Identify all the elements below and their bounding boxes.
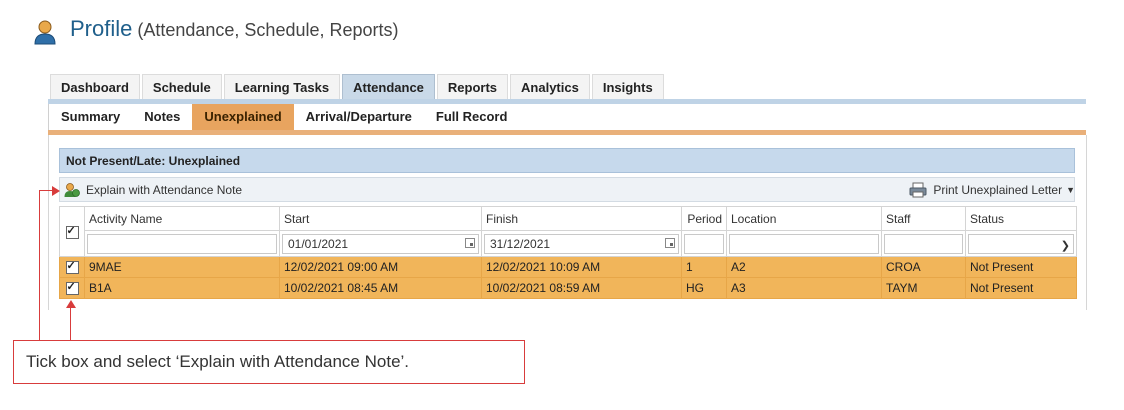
arrow-right-icon — [52, 186, 60, 196]
cell-status: Not Present — [965, 256, 1077, 278]
row-checkbox[interactable] — [59, 256, 85, 278]
cell-location: A3 — [726, 277, 882, 299]
col-location[interactable]: Location — [726, 206, 882, 231]
user-profile-icon — [34, 20, 56, 45]
col-staff[interactable]: Staff — [881, 206, 966, 231]
subtab-unexplained[interactable]: Unexplained — [192, 104, 294, 130]
main-tabs: Dashboard Schedule Learning Tasks Attend… — [50, 74, 666, 100]
activity-filter-input[interactable] — [87, 233, 277, 254]
page-title-main: Profile — [70, 16, 133, 41]
finish-date-filter[interactable]: 31/12/2021 — [484, 233, 679, 254]
status-filter-select[interactable]: ❯ — [968, 233, 1074, 254]
tab-learning-tasks[interactable]: Learning Tasks — [223, 74, 341, 100]
finish-date-value: 31/12/2021 — [490, 236, 551, 251]
sub-tabs: Summary Notes Unexplained Arrival/Depart… — [48, 104, 1087, 130]
print-letter-label: Print Unexplained Letter — [933, 183, 1063, 197]
page-title-subtitle: (Attendance, Schedule, Reports) — [132, 20, 399, 40]
callout-line — [39, 190, 40, 340]
cell-staff: CROA — [881, 256, 966, 278]
calendar-icon[interactable] — [665, 237, 675, 248]
tab-reports[interactable]: Reports — [436, 74, 509, 100]
start-date-value: 01/01/2021 — [288, 236, 349, 251]
tab-dashboard[interactable]: Dashboard — [50, 74, 140, 100]
col-start[interactable]: Start — [279, 206, 482, 231]
chevron-down-icon: ▼ — [1066, 185, 1075, 195]
cell-start: 10/02/2021 08:45 AM — [279, 277, 482, 299]
subtab-full-record[interactable]: Full Record — [424, 104, 520, 130]
subtab-arrival-departure[interactable]: Arrival/Departure — [294, 104, 424, 130]
tab-schedule[interactable]: Schedule — [141, 74, 222, 100]
cell-start: 12/02/2021 09:00 AM — [279, 256, 482, 278]
printer-icon — [909, 182, 927, 198]
col-activity-name[interactable]: Activity Name — [84, 206, 280, 231]
tab-attendance[interactable]: Attendance — [342, 74, 435, 100]
table-row[interactable]: B1A 10/02/2021 08:45 AM 10/02/2021 08:59… — [59, 277, 1077, 299]
explain-with-note-label: Explain with Attendance Note — [86, 183, 243, 197]
cell-activity: 9MAE — [84, 256, 280, 278]
select-all-checkbox[interactable] — [59, 206, 85, 257]
cell-period: 1 — [681, 256, 727, 278]
chevron-down-icon: ❯ — [1060, 239, 1070, 252]
arrow-up-icon — [66, 300, 76, 308]
period-filter-input[interactable] — [684, 233, 724, 254]
col-status[interactable]: Status — [965, 206, 1077, 231]
grid-header-row: Activity Name Start Finish Period Locati… — [59, 206, 1077, 257]
calendar-icon[interactable] — [465, 237, 475, 248]
col-period[interactable]: Period — [681, 206, 727, 231]
print-letter-button[interactable]: Print Unexplained Letter ▼ — [909, 181, 1075, 199]
cell-staff: TAYM — [881, 277, 966, 299]
location-filter-input[interactable] — [729, 233, 879, 254]
subtab-summary[interactable]: Summary — [49, 104, 132, 130]
cell-activity: B1A — [84, 277, 280, 299]
table-row[interactable]: 9MAE 12/02/2021 09:00 AM 12/02/2021 10:0… — [59, 256, 1077, 278]
instruction-callout: Tick box and select ‘Explain with Attend… — [13, 340, 525, 384]
cell-location: A2 — [726, 256, 882, 278]
page-title: Profile (Attendance, Schedule, Reports) — [70, 16, 399, 42]
tab-insights[interactable]: Insights — [591, 74, 664, 100]
callout-line — [70, 306, 71, 340]
grid-filter-row: 01/01/2021 31/12/2021 ❯ — [60, 230, 1077, 257]
cell-finish: 10/02/2021 08:59 AM — [481, 277, 682, 299]
unexplained-grid: Activity Name Start Finish Period Locati… — [59, 206, 1077, 299]
row-checkbox[interactable] — [59, 277, 85, 299]
cell-status: Not Present — [965, 277, 1077, 299]
staff-filter-input[interactable] — [884, 233, 963, 254]
user-note-icon — [64, 183, 80, 197]
start-date-filter[interactable]: 01/01/2021 — [282, 233, 479, 254]
tab-analytics[interactable]: Analytics — [510, 74, 590, 100]
explain-with-note-button[interactable]: Explain with Attendance Note — [64, 181, 242, 199]
cell-finish: 12/02/2021 10:09 AM — [481, 256, 682, 278]
cell-period: HG — [681, 277, 727, 299]
subtab-notes[interactable]: Notes — [132, 104, 192, 130]
panel-title: Not Present/Late: Unexplained — [59, 148, 1075, 173]
col-finish[interactable]: Finish — [481, 206, 682, 231]
